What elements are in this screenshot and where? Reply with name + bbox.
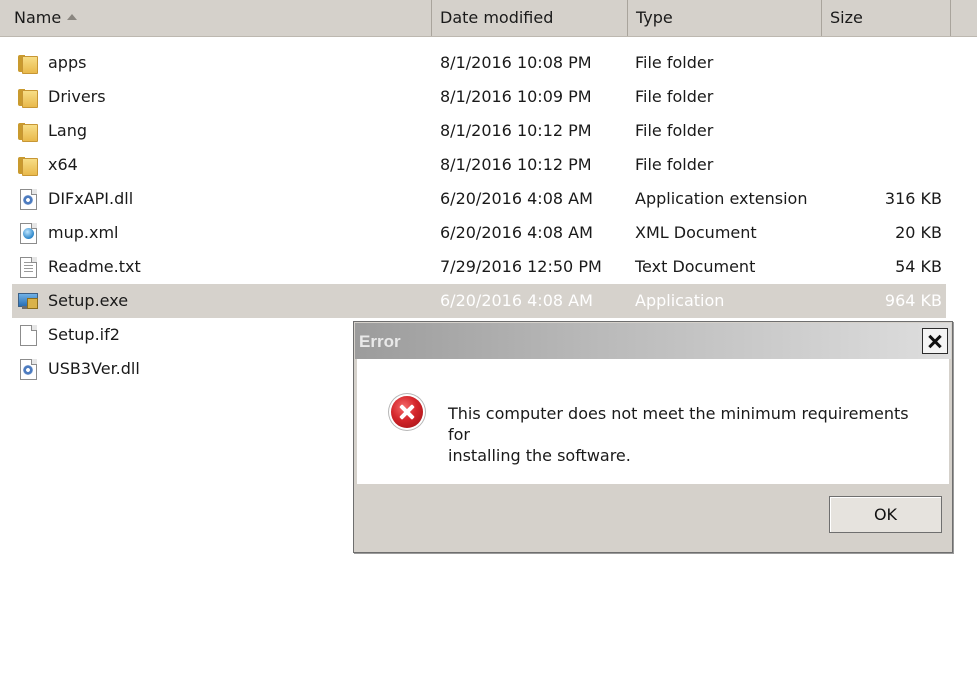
file-date-modified: 7/29/2016 12:50 PM bbox=[440, 257, 602, 276]
ok-button[interactable]: OK bbox=[829, 496, 942, 533]
file-name: USB3Ver.dll bbox=[48, 359, 140, 378]
file-row[interactable]: Lang 8/1/2016 10:12 PM File folder bbox=[12, 114, 946, 148]
error-message-line-2: installing the software. bbox=[448, 446, 631, 465]
folder-icon bbox=[18, 53, 38, 74]
file-type: Application bbox=[635, 291, 725, 310]
file-type: File folder bbox=[635, 87, 714, 106]
file-size bbox=[822, 80, 942, 114]
sort-ascending-icon bbox=[67, 14, 78, 20]
folder-icon bbox=[18, 87, 38, 108]
file-size: 20 KB bbox=[895, 223, 942, 242]
file-size: 964 KB bbox=[884, 291, 942, 310]
error-dialog: Error This computer does not meet the mi… bbox=[353, 321, 953, 553]
file-name: mup.xml bbox=[48, 223, 119, 242]
dll-file-icon bbox=[18, 189, 38, 210]
file-type: Application extension bbox=[635, 189, 808, 208]
file-size bbox=[822, 46, 942, 80]
file-size bbox=[822, 114, 942, 148]
dialog-title: Error bbox=[359, 332, 401, 351]
file-name: Lang bbox=[48, 121, 88, 140]
file-date-modified: 8/1/2016 10:12 PM bbox=[440, 121, 592, 140]
file-name: Readme.txt bbox=[48, 257, 141, 276]
error-message-line-1: This computer does not meet the minimum … bbox=[448, 404, 909, 444]
column-header-type[interactable]: Type bbox=[628, 0, 822, 36]
file-type: Text Document bbox=[635, 257, 756, 276]
file-row[interactable]: Readme.txt 7/29/2016 12:50 PM Text Documen… bbox=[12, 250, 946, 284]
file-name: DIFxAPI.dll bbox=[48, 189, 134, 208]
file-row[interactable]: x64 8/1/2016 10:12 PM File folder bbox=[12, 148, 946, 182]
column-header-size[interactable]: Size bbox=[822, 0, 951, 36]
file-name: Drivers bbox=[48, 87, 106, 106]
column-header-name-label: Name bbox=[14, 8, 62, 27]
file-row[interactable]: apps 8/1/2016 10:08 PM File folder bbox=[12, 46, 946, 80]
column-header-size-label: Size bbox=[830, 8, 863, 27]
file-name: apps bbox=[48, 53, 87, 72]
error-message: This computer does not meet the minimum … bbox=[448, 403, 928, 466]
folder-icon bbox=[18, 155, 38, 176]
file-date-modified: 8/1/2016 10:08 PM bbox=[440, 53, 592, 72]
file-name: x64 bbox=[48, 155, 78, 174]
file-type: XML Document bbox=[635, 223, 757, 242]
exe-file-icon bbox=[18, 291, 38, 311]
folder-icon bbox=[18, 121, 38, 142]
file-size: 54 KB bbox=[895, 257, 942, 276]
dialog-titlebar[interactable]: Error bbox=[355, 323, 951, 359]
file-type: File folder bbox=[635, 121, 714, 140]
xml-file-icon bbox=[18, 223, 38, 244]
file-date-modified: 6/20/2016 4:08 AM bbox=[440, 291, 593, 310]
file-explorer-window: Name Date modified Type Size apps 8/1/201… bbox=[0, 0, 977, 675]
file-date-modified: 8/1/2016 10:12 PM bbox=[440, 155, 592, 174]
dll-file-icon bbox=[18, 359, 38, 380]
column-header-date-modified[interactable]: Date modified bbox=[432, 0, 628, 36]
file-size: 316 KB bbox=[884, 189, 942, 208]
blank-file-icon bbox=[18, 325, 38, 346]
file-name: Setup.exe bbox=[48, 291, 129, 310]
column-header-date-label: Date modified bbox=[440, 8, 554, 27]
file-type: File folder bbox=[635, 53, 714, 72]
file-date-modified: 6/20/2016 4:08 AM bbox=[440, 223, 593, 242]
file-date-modified: 6/20/2016 4:08 AM bbox=[440, 189, 593, 208]
file-name: Setup.if2 bbox=[48, 325, 120, 344]
text-file-icon bbox=[18, 257, 38, 278]
file-row[interactable]: mup.xml 6/20/2016 4:08 AM XML Document 20 K… bbox=[12, 216, 946, 250]
column-header-type-label: Type bbox=[636, 8, 673, 27]
error-icon bbox=[391, 396, 423, 428]
file-size bbox=[822, 148, 942, 182]
column-header-name[interactable]: Name bbox=[6, 0, 432, 36]
dialog-close-button[interactable] bbox=[922, 328, 948, 354]
file-type: File folder bbox=[635, 155, 714, 174]
file-date-modified: 8/1/2016 10:09 PM bbox=[440, 87, 592, 106]
column-header-bar: Name Date modified Type Size bbox=[0, 0, 977, 37]
dialog-body: This computer does not meet the minimum … bbox=[357, 359, 949, 484]
file-row[interactable]: DIFxAPI.dll 6/20/2016 4:08 AM Application … bbox=[12, 182, 946, 216]
file-row[interactable]: Drivers 8/1/2016 10:09 PM File folder bbox=[12, 80, 946, 114]
file-row[interactable]: Setup.exe 6/20/2016 4:08 AM Application 964… bbox=[12, 284, 946, 318]
